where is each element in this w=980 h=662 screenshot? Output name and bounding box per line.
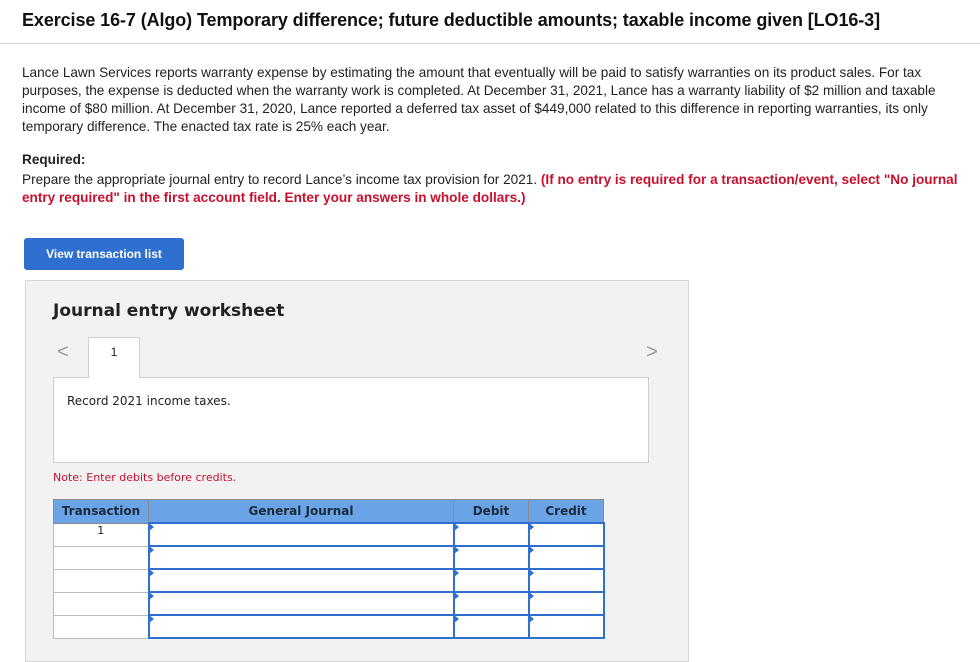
credit-input[interactable]: [527, 522, 605, 547]
debit-input[interactable]: [452, 591, 530, 616]
table-row: 1: [53, 522, 605, 547]
transaction-cell: [53, 568, 149, 593]
credit-input[interactable]: [527, 545, 605, 570]
debit-input[interactable]: [452, 522, 530, 547]
table-row: [53, 614, 605, 639]
journal-header-row: Transaction General Journal Debit Credit: [53, 499, 604, 524]
table-row: [53, 591, 605, 616]
transaction-description-box: Record 2021 income taxes.: [53, 377, 649, 463]
column-header-debit: Debit: [453, 499, 529, 524]
transaction-cell: 1: [53, 522, 149, 547]
title-divider: [0, 43, 980, 44]
transaction-description: Record 2021 income taxes.: [67, 394, 231, 408]
worksheet-title: Journal entry worksheet: [53, 301, 285, 321]
required-label: Required:: [22, 152, 86, 167]
required-text: Prepare the appropriate journal entry to…: [22, 171, 967, 207]
account-input[interactable]: [147, 591, 455, 616]
table-row: [53, 545, 605, 570]
journal-entry-worksheet: Journal entry worksheet < 1 > Record 202…: [25, 280, 689, 662]
credit-input[interactable]: [527, 591, 605, 616]
required-instruction: Prepare the appropriate journal entry to…: [22, 172, 538, 187]
credit-input[interactable]: [527, 568, 605, 593]
tab-1[interactable]: 1: [88, 337, 140, 378]
column-header-general-journal: General Journal: [148, 499, 454, 524]
debit-input[interactable]: [452, 545, 530, 570]
transaction-cell: [53, 614, 149, 639]
debit-input[interactable]: [452, 614, 530, 639]
chevron-left-icon[interactable]: <: [54, 342, 72, 362]
account-input[interactable]: [147, 568, 455, 593]
chevron-right-icon[interactable]: >: [643, 342, 661, 362]
column-header-credit: Credit: [528, 499, 604, 524]
table-row: [53, 568, 605, 593]
account-input[interactable]: [147, 614, 455, 639]
column-header-transaction: Transaction: [53, 499, 149, 524]
page-title: Exercise 16-7 (Algo) Temporary differenc…: [22, 10, 880, 30]
transaction-cell: [53, 545, 149, 570]
account-input[interactable]: [147, 545, 455, 570]
debit-input[interactable]: [452, 568, 530, 593]
view-transaction-list-button[interactable]: View transaction list: [24, 238, 184, 270]
credit-input[interactable]: [527, 614, 605, 639]
account-input[interactable]: [147, 522, 455, 547]
problem-description: Lance Lawn Services reports warranty exp…: [22, 65, 936, 134]
debits-note: Note: Enter debits before credits.: [53, 471, 237, 484]
transaction-cell: [53, 591, 149, 616]
journal-table: Transaction General Journal Debit Credit…: [53, 499, 605, 639]
